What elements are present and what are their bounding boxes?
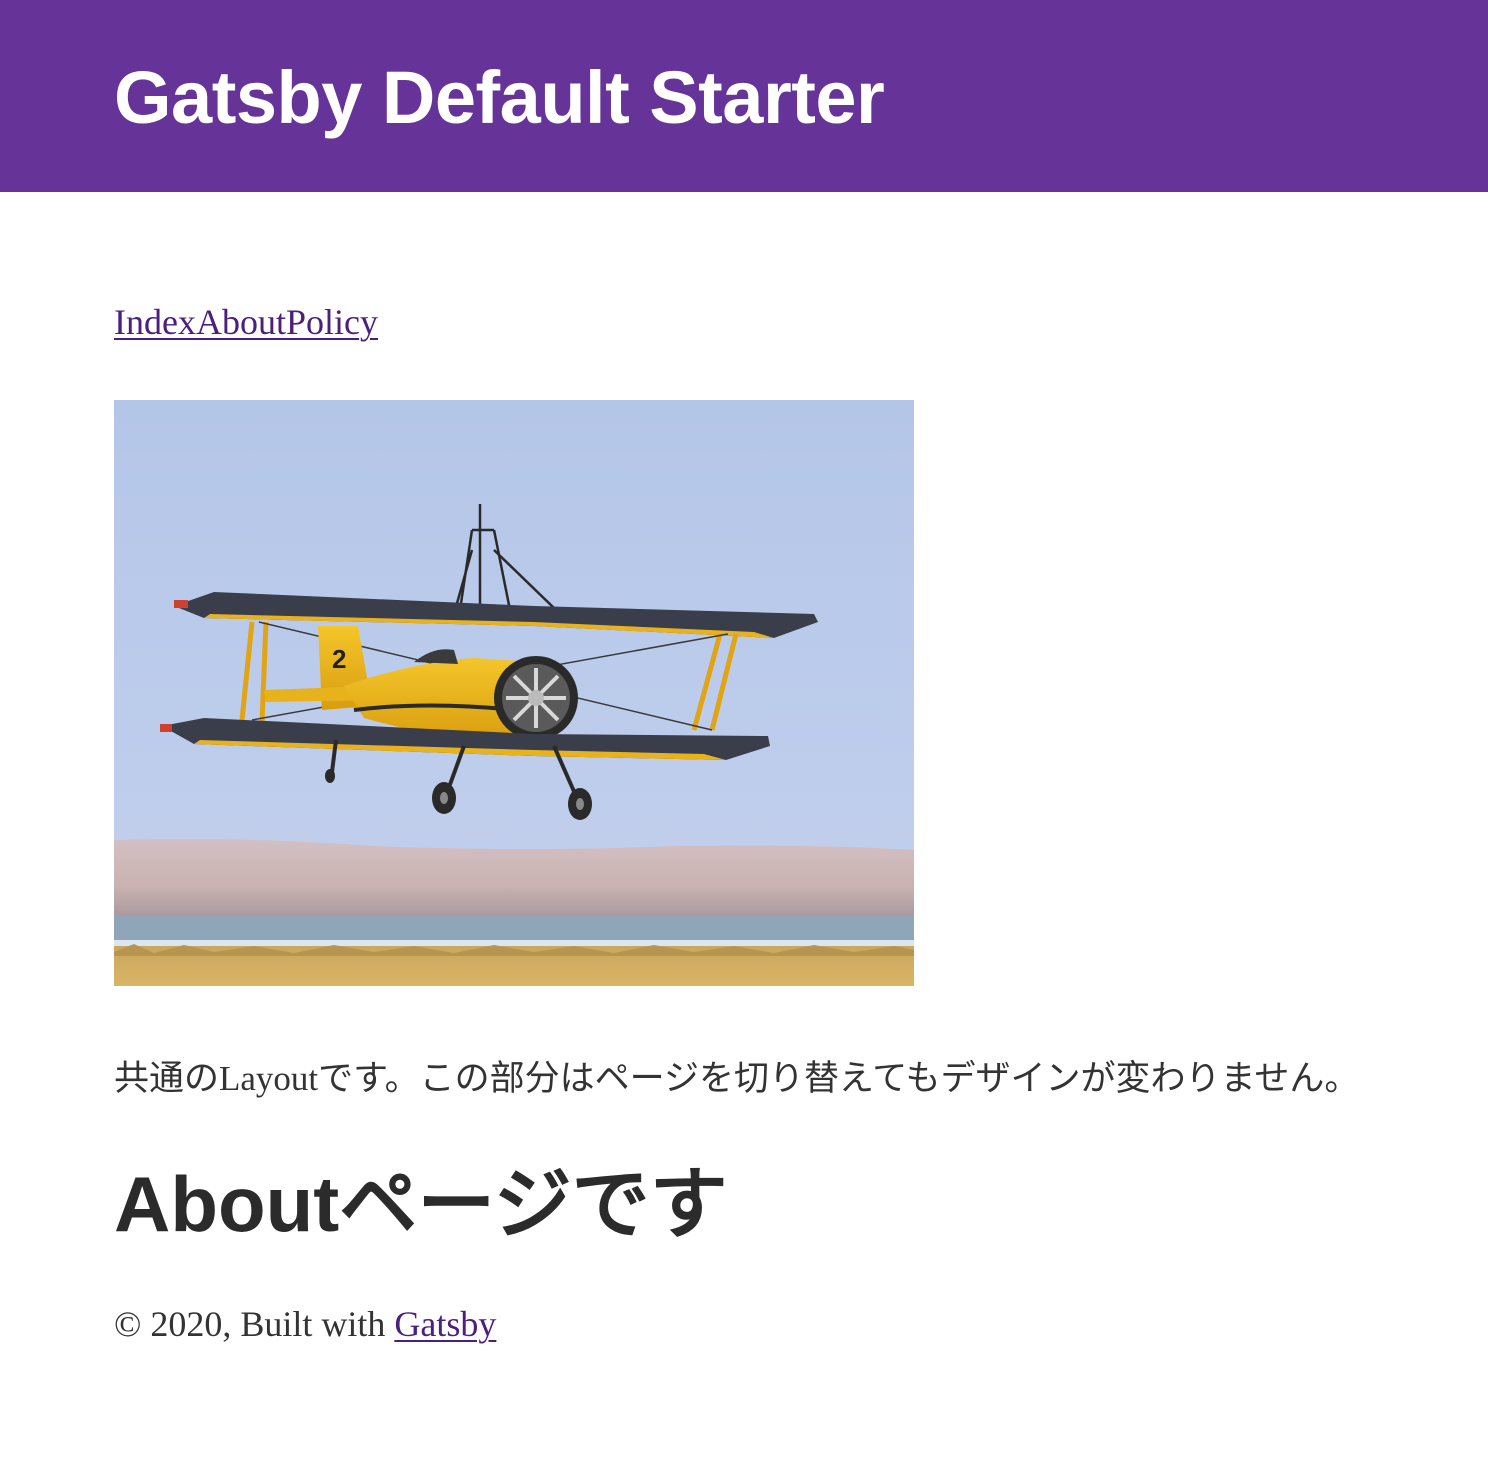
site-header: Gatsby Default Starter bbox=[0, 0, 1488, 192]
nav-links: IndexAboutPolicy bbox=[114, 300, 378, 344]
site-footer: © 2020, Built with Gatsby bbox=[114, 1302, 496, 1346]
nav-link-index[interactable]: Index bbox=[114, 302, 196, 342]
nav-link-policy[interactable]: Policy bbox=[286, 302, 378, 342]
layout-note: 共通のLayoutです。この部分はページを切り替えてもデザインが変わりません。 bbox=[114, 1059, 1360, 1098]
footer-gatsby-link[interactable]: Gatsby bbox=[394, 1304, 496, 1344]
biplane-photo: 2 bbox=[114, 400, 914, 986]
nav-link-about[interactable]: About bbox=[196, 302, 286, 342]
footer-copyright: © 2020, Built with bbox=[114, 1304, 395, 1344]
page-heading: Aboutページです bbox=[114, 1160, 728, 1248]
site-title-link[interactable]: Gatsby Default Starter bbox=[114, 56, 885, 139]
hero-image: 2 bbox=[114, 400, 914, 986]
site-title: Gatsby Default Starter bbox=[114, 52, 885, 144]
svg-text:2: 2 bbox=[332, 644, 346, 674]
